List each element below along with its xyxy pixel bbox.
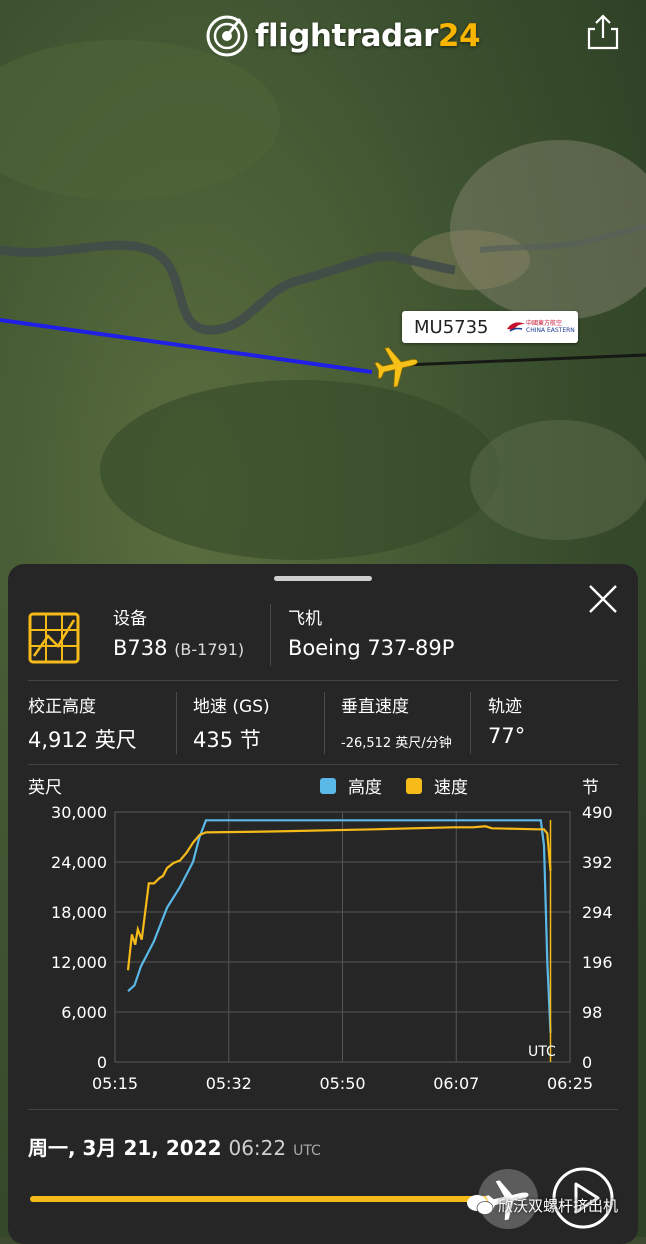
wechat-icon [467, 1195, 494, 1215]
legend-speed-label: 速度 [434, 778, 468, 798]
registration-value: (B-1791) [174, 640, 245, 659]
airline-name-en: CHINA EASTERN [526, 327, 575, 334]
y-right-tick-label: 294 [582, 903, 613, 922]
vertical-speed-value: -26,512 英尺/分钟 [341, 736, 452, 751]
legend-speed-swatch [406, 778, 422, 794]
y-left-tick-label: 24,000 [51, 853, 107, 872]
y-right-tick-label: 0 [582, 1053, 592, 1072]
playback-slider[interactable] [30, 1196, 490, 1202]
legend-altitude-swatch [320, 778, 336, 794]
china-eastern-logo: 中國東方航空 CHINA EASTERN [506, 320, 575, 334]
x-tick-label: 05:50 [319, 1074, 365, 1093]
airline-name-cn: 中國東方航空 [526, 320, 563, 327]
y-left-tick-label: 30,000 [51, 803, 107, 822]
aircraft-label: 飞机 [288, 609, 322, 629]
vertical-speed-label: 垂直速度 [341, 697, 409, 717]
flight-detail-panel: 设备 B738 (B-1791) 飞机 Boeing 737-89P 校正高度 … [8, 564, 638, 1244]
flightradar24-logo: flightradar24 [205, 12, 481, 60]
left-axis-unit: 英尺 [28, 778, 62, 798]
ground-speed-label: 地速 (GS) [193, 697, 270, 717]
y-right-tick-label: 98 [582, 1003, 602, 1022]
watermark-text: 欣沃双螺杆挤出机 [498, 1196, 619, 1215]
swallow-icon [507, 322, 525, 332]
flight-label[interactable]: MU5735 中國東方航空 CHINA EASTERN [402, 311, 578, 343]
y-right-tick-label: 490 [582, 803, 613, 822]
altitude-label: 校正高度 [28, 697, 96, 717]
watermark: 欣沃双螺杆挤出机 [466, 1194, 618, 1216]
x-tick-label: 05:15 [92, 1074, 138, 1093]
flight-date: 周一, 3月 21, 2022 [28, 1136, 222, 1160]
y-right-tick-label: 392 [582, 853, 613, 872]
equipment-value: B738 [113, 636, 168, 660]
speed-line [126, 825, 552, 971]
logo-number: 24 [437, 18, 481, 54]
aircraft-value: Boeing 737-89P [288, 636, 455, 660]
aircraft-icon[interactable] [374, 343, 420, 389]
altitude-value: 4,912 英尺 [28, 728, 137, 752]
logo-text: flightradar [255, 18, 438, 54]
x-tick-label: 05:32 [206, 1074, 252, 1093]
altitude-speed-chart[interactable]: 英尺 节 高度 速度 0 6,000 12,000 18,000 24,000 30,00… [8, 769, 638, 1109]
flight-datetime: 周一, 3月 21, 2022 06:22 UTC [28, 1132, 321, 1161]
track-value: 77° [488, 724, 526, 748]
radar-icon [206, 15, 248, 57]
y-left-tick-label: 18,000 [51, 903, 107, 922]
y-right-tick-label: 196 [582, 953, 613, 972]
right-axis-unit: 节 [582, 778, 599, 798]
y-left-tick-label: 12,000 [51, 953, 107, 972]
equipment-label: 设备 [113, 609, 147, 629]
flight-callsign: MU5735 [414, 316, 489, 338]
legend-altitude-label: 高度 [348, 778, 382, 798]
altitude-line [127, 819, 552, 1033]
flight-time: 06:22 [228, 1136, 287, 1160]
track-label: 轨迹 [488, 697, 522, 717]
y-left-tick-label: 0 [97, 1053, 107, 1072]
share-icon [587, 14, 619, 50]
time-unit: UTC [293, 1143, 321, 1159]
utc-label: UTC [528, 1044, 556, 1060]
aircraft-chip-icon [28, 612, 80, 664]
x-tick-label: 06:07 [433, 1074, 479, 1093]
panel-grabber[interactable] [274, 576, 372, 581]
ground-speed-value: 435 节 [193, 728, 261, 752]
share-button[interactable] [583, 12, 623, 52]
y-left-tick-label: 6,000 [61, 1003, 107, 1022]
close-icon[interactable] [586, 582, 620, 616]
x-tick-label: 06:25 [547, 1074, 593, 1093]
